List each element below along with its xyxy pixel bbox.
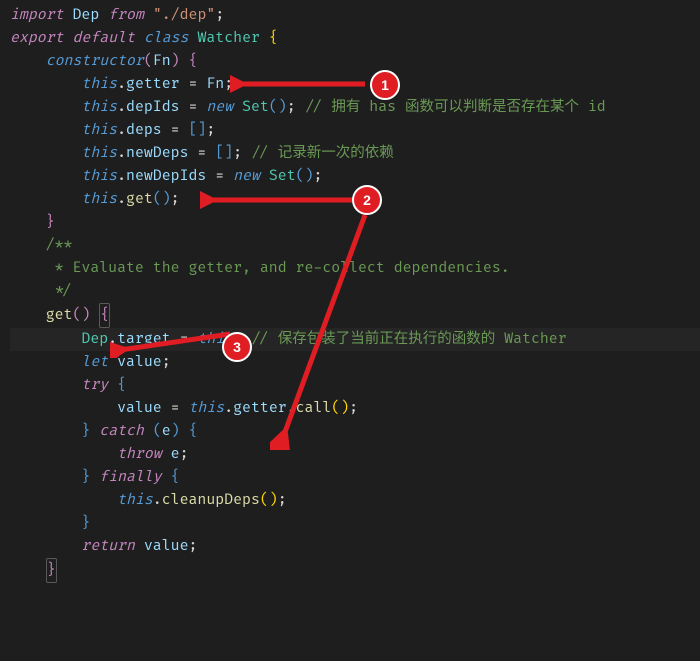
method-call: cleanupDeps <box>162 492 260 509</box>
property: newDepIds <box>126 168 206 185</box>
line: this.depIds = new Set(); // 拥有 has 函数可以判… <box>10 96 700 119</box>
keyword-throw: throw <box>117 446 162 463</box>
keyword-export: export <box>10 30 64 47</box>
line: throw e; <box>10 443 700 466</box>
line: this.cleanupDeps(); <box>10 489 700 512</box>
keyword-new: new <box>233 168 260 185</box>
comment: */ <box>46 283 73 300</box>
annotation-badge-3: 3 <box>222 332 252 362</box>
method-name: get <box>46 307 73 324</box>
line: */ <box>10 280 700 303</box>
line: * Evaluate the getter, and re-collect de… <box>10 257 700 280</box>
method-call: call <box>296 400 332 417</box>
line: import Dep from "./dep"; <box>10 4 700 27</box>
string: "./dep" <box>153 7 215 24</box>
class-name: Set <box>242 99 269 116</box>
variable: value <box>117 400 162 417</box>
line: } <box>10 558 700 583</box>
property: getter <box>233 400 287 417</box>
brace: } <box>46 214 55 231</box>
keyword-from: from <box>108 7 144 24</box>
line: } catch (e) { <box>10 420 700 443</box>
keyword-this: this <box>81 191 117 208</box>
line: this.newDeps = []; // 记录新一次的依赖 <box>10 142 700 165</box>
line: this.getter = Fn; <box>10 73 700 96</box>
line: this.deps = []; <box>10 119 700 142</box>
keyword-this: this <box>81 76 117 93</box>
property: getter <box>126 76 180 93</box>
line: try { <box>10 374 700 397</box>
keyword-this: this <box>81 145 117 162</box>
keyword-default: default <box>72 30 134 47</box>
variable: value <box>117 354 162 371</box>
comment: // 保存包装了当前正在执行的函数的 Watcher <box>242 331 567 348</box>
keyword-this: this <box>81 99 117 116</box>
keyword-let: let <box>81 354 108 371</box>
method-call: get <box>126 191 153 208</box>
class-name: Watcher <box>197 30 259 47</box>
keyword-this: this <box>81 122 117 139</box>
keyword-new: new <box>206 99 233 116</box>
property: deps <box>126 122 162 139</box>
line: } <box>10 512 700 535</box>
parameter: Fn <box>153 53 171 70</box>
line: export default class Watcher { <box>10 27 700 50</box>
line: let value; <box>10 351 700 374</box>
code-editor[interactable]: import Dep from "./dep"; export default … <box>0 0 700 661</box>
comment: * Evaluate the getter, and re-collect de… <box>46 260 510 277</box>
property: target <box>117 331 171 348</box>
line: constructor(Fn) { <box>10 50 700 73</box>
keyword-import: import <box>10 7 64 24</box>
comment: // 记录新一次的依赖 <box>242 145 394 162</box>
annotation-badge-2: 2 <box>352 185 382 215</box>
identifier: Dep <box>72 7 99 24</box>
brace: { <box>189 53 198 70</box>
brace: { <box>100 307 109 324</box>
keyword-catch: catch <box>99 423 144 440</box>
line: this.newDepIds = new Set(); <box>10 165 700 188</box>
line: } finally { <box>10 466 700 489</box>
brace: { <box>269 30 278 47</box>
variable: value <box>144 538 189 555</box>
keyword-return: return <box>81 538 135 555</box>
comment: /** <box>46 237 73 254</box>
variable: e <box>171 446 180 463</box>
line: return value; <box>10 535 700 558</box>
brace: } <box>47 562 56 579</box>
property: newDeps <box>126 145 188 162</box>
keyword-finally: finally <box>99 469 161 486</box>
parameter: e <box>162 423 171 440</box>
keyword-constructor: constructor <box>46 53 144 70</box>
keyword-try: try <box>81 377 108 394</box>
keyword-class: class <box>144 30 189 47</box>
class-name: Set <box>269 168 296 185</box>
keyword-this: this <box>117 492 153 509</box>
class-ref: Dep <box>81 331 108 348</box>
keyword-this: this <box>81 168 117 185</box>
keyword-this: this <box>188 400 224 417</box>
comment: // 拥有 has 函数可以判断是否存在某个 id <box>296 99 606 116</box>
property: depIds <box>126 99 180 116</box>
line: value = this.getter.call(); <box>10 397 700 420</box>
annotation-badge-1: 1 <box>370 70 400 100</box>
line-current: Dep.target = this; // 保存包装了当前正在执行的函数的 Wa… <box>10 328 700 351</box>
line: /** <box>10 234 700 257</box>
line: get() { <box>10 303 700 328</box>
line: } <box>10 211 700 234</box>
